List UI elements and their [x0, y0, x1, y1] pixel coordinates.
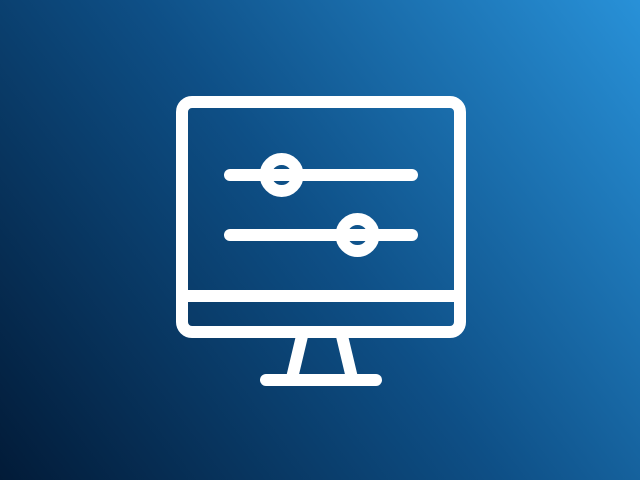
monitor-settings-sliders-icon	[0, 0, 640, 480]
illustration-canvas	[0, 0, 640, 480]
